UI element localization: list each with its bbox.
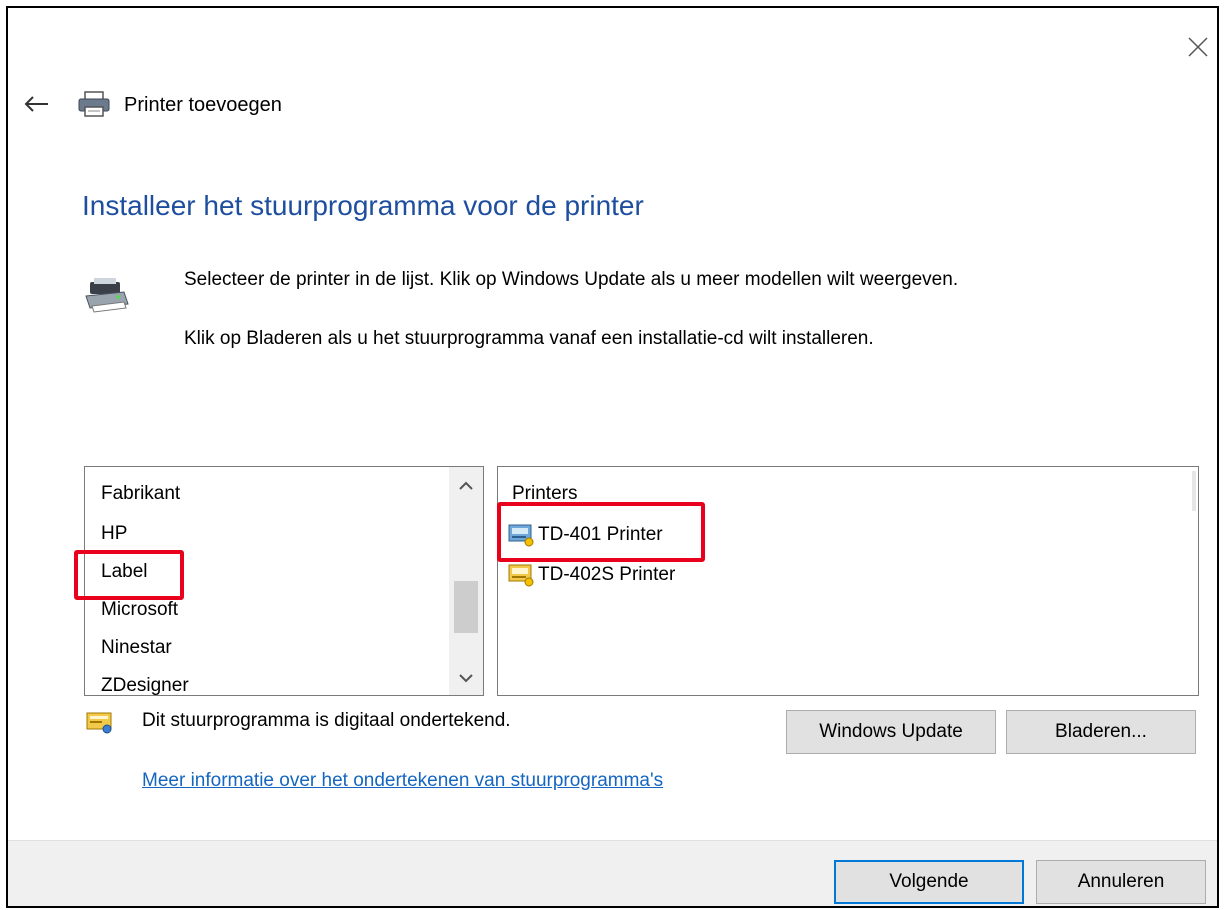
windows-update-button[interactable]: Windows Update <box>786 710 996 754</box>
list-item[interactable]: Microsoft <box>101 599 178 621</box>
page-heading: Installeer het stuurprogramma voor de pr… <box>82 190 644 221</box>
dialog-title: Printer toevoegen <box>124 94 282 116</box>
back-arrow-icon[interactable] <box>20 92 54 116</box>
close-icon[interactable] <box>1183 32 1213 62</box>
instruction-text: Klik op Bladeren als u het stuurprogramm… <box>184 328 874 349</box>
driver-icon <box>508 564 534 587</box>
printer-name: TD-401 Printer <box>538 524 663 545</box>
chevron-up-icon[interactable] <box>449 471 483 501</box>
printer-icon <box>85 278 129 313</box>
driver-icon <box>508 524 534 547</box>
chevron-down-icon[interactable] <box>449 663 483 693</box>
scrollbar-thumb[interactable] <box>454 581 478 633</box>
more-info-link[interactable]: Meer informatie over het ondertekenen va… <box>142 770 663 792</box>
browse-button[interactable]: Bladeren... <box>1006 710 1196 754</box>
cancel-button[interactable]: Annuleren <box>1036 860 1206 904</box>
add-printer-dialog: Printer toevoegen Installeer het stuurpr… <box>6 6 1219 908</box>
list-item[interactable]: ZDesigner <box>101 675 189 695</box>
next-button[interactable]: Volgende <box>834 860 1024 904</box>
manufacturer-list-header: Fabrikant <box>101 483 181 504</box>
list-item[interactable]: HP <box>101 523 127 545</box>
list-item[interactable]: Ninestar <box>101 637 172 659</box>
list-item-selected[interactable]: TD-401 Printer <box>508 523 663 547</box>
certificate-icon <box>86 712 112 734</box>
list-item-selected[interactable]: Label <box>101 561 148 583</box>
printer-icon <box>78 91 110 117</box>
list-item[interactable]: TD-402S Printer <box>508 563 675 587</box>
printer-list[interactable]: Printers TD-401 Printer TD-402S Printer <box>497 466 1199 696</box>
signature-text: Dit stuurprogramma is digitaal onderteke… <box>142 710 511 731</box>
printer-list-header: Printers <box>512 483 578 504</box>
instruction-text: Selecteer de printer in de lijst. Klik o… <box>184 269 959 290</box>
printer-name: TD-402S Printer <box>538 564 676 585</box>
scrollbar[interactable] <box>1192 471 1196 511</box>
manufacturer-list[interactable]: Fabrikant HP Label Microsoft Ninestar ZD… <box>84 466 484 696</box>
scrollbar[interactable] <box>449 467 483 695</box>
